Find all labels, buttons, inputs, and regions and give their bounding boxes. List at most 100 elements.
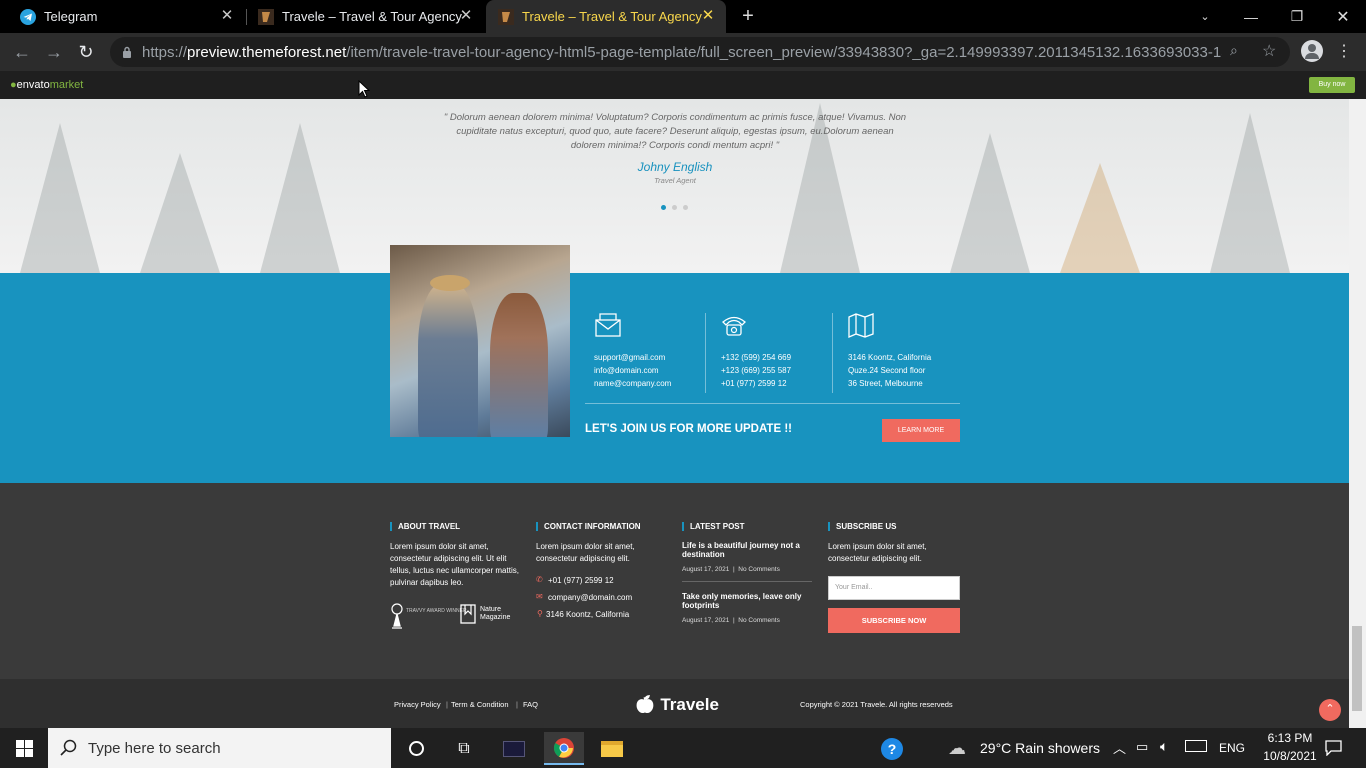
contact-email[interactable]: info@domain.com bbox=[594, 364, 659, 377]
award-icon bbox=[391, 603, 403, 629]
tree-decoration bbox=[20, 123, 100, 273]
weather-text[interactable]: 29°C Rain showers bbox=[980, 740, 1100, 756]
contact-email[interactable]: support@gmail.com bbox=[594, 351, 665, 364]
restore-icon[interactable]: ❐ bbox=[1274, 0, 1320, 33]
tab-title: Travele – Travel & Tour Agency H bbox=[282, 9, 462, 24]
weather-icon[interactable]: ☁ bbox=[948, 738, 966, 759]
terms-link[interactable]: Term & Condition bbox=[451, 700, 509, 709]
travele-logo-icon: 🍎︎ bbox=[634, 695, 656, 714]
contact-phone[interactable]: +132 (599) 254 669 bbox=[721, 351, 791, 364]
bookmark-star-icon[interactable]: ☆ bbox=[1262, 41, 1276, 61]
keyboard-icon[interactable] bbox=[1185, 740, 1207, 752]
media-app-icon[interactable] bbox=[494, 732, 534, 765]
tab-search-icon[interactable]: ⌄ bbox=[1182, 0, 1228, 33]
menu-kebab-icon[interactable]: ⋮ bbox=[1336, 41, 1352, 61]
telegram-icon bbox=[20, 8, 36, 25]
footer-subscribe-text: Lorem ipsum dolor sit amet, consectetur … bbox=[828, 542, 927, 563]
scrollbar-thumb[interactable] bbox=[1352, 626, 1362, 711]
site-footer bbox=[0, 483, 1349, 679]
footer-heading-contact: CONTACT INFORMATION bbox=[536, 522, 641, 531]
footer-contact-text: Lorem ipsum dolor sit amet, consectetur … bbox=[536, 542, 635, 563]
tab-travele-active[interactable]: Travele – Travel & Tour Agency H ✕ bbox=[486, 0, 726, 33]
carousel-dot[interactable] bbox=[683, 205, 688, 210]
footer-address: 3146 Koontz, California bbox=[546, 610, 630, 619]
buy-now-button[interactable]: Buy now bbox=[1309, 77, 1355, 93]
contact-banner bbox=[0, 273, 1349, 483]
privacy-policy-link[interactable]: Privacy Policy bbox=[394, 700, 441, 709]
tab-title: Telegram bbox=[44, 9, 98, 24]
cortana-icon[interactable] bbox=[396, 732, 436, 765]
close-tab-icon[interactable]: ✕ bbox=[458, 8, 474, 24]
magazine-text: Nature Magazine bbox=[480, 606, 511, 621]
clock-date[interactable]: 10/8/2021 bbox=[1260, 749, 1320, 763]
help-icon[interactable]: ? bbox=[872, 732, 912, 765]
show-hidden-icons-icon[interactable]: ︿ bbox=[1113, 738, 1126, 757]
travele-favicon-icon bbox=[258, 8, 274, 25]
url-scheme: https:// bbox=[142, 44, 188, 61]
scroll-to-top-button[interactable]: ⌃ bbox=[1319, 699, 1341, 721]
browser-toolbar: ← → ↻ https://preview.themeforest.net/it… bbox=[0, 33, 1366, 71]
footer-heading-posts: LATEST POST bbox=[682, 522, 745, 531]
tab-travele-1[interactable]: Travele – Travel & Tour Agency H ✕ bbox=[248, 0, 484, 33]
contact-phone[interactable]: +01 (977) 2599 12 bbox=[721, 377, 787, 390]
close-tab-icon[interactable]: ✕ bbox=[219, 8, 235, 24]
close-window-icon[interactable]: ✕ bbox=[1320, 0, 1366, 33]
bookmark-icon bbox=[460, 604, 476, 624]
phone-icon: ✆ bbox=[536, 575, 543, 584]
taskbar-search-placeholder: Type here to search bbox=[88, 740, 221, 757]
footer-heading-about: ABOUT TRAVEL bbox=[390, 522, 460, 531]
subscribe-email-input[interactable]: Your Email.. bbox=[828, 576, 960, 600]
zoom-icon[interactable]: ⌕ bbox=[1230, 42, 1238, 59]
footer-email[interactable]: company@domain.com bbox=[548, 592, 632, 604]
learn-more-button[interactable]: LEARN MORE bbox=[882, 419, 960, 442]
contact-address: Quze.24 Second floor bbox=[848, 366, 926, 375]
tree-decoration bbox=[1060, 163, 1140, 273]
close-tab-icon[interactable]: ✕ bbox=[700, 8, 716, 24]
notifications-icon[interactable] bbox=[1325, 740, 1342, 756]
file-explorer-icon[interactable] bbox=[592, 732, 632, 765]
travele-footer-logo[interactable]: 🍎︎ Travele bbox=[634, 695, 719, 715]
chrome-taskbar-icon[interactable] bbox=[544, 732, 584, 765]
envato-market-logo[interactable]: ●envatomarket bbox=[10, 79, 83, 91]
reload-icon[interactable]: ↻ bbox=[75, 41, 97, 63]
tree-decoration bbox=[140, 153, 220, 273]
carousel-dot[interactable] bbox=[672, 205, 677, 210]
tab-telegram[interactable]: Telegram ✕ bbox=[10, 0, 245, 33]
copyright-text: Copyright © 2021 Travele. All rights res… bbox=[800, 700, 953, 709]
new-tab-button[interactable]: + bbox=[737, 6, 759, 28]
post-comments[interactable]: No Comments bbox=[738, 617, 780, 624]
power-icon[interactable]: ▭ bbox=[1136, 739, 1148, 755]
task-view-icon[interactable]: ⧉ bbox=[444, 732, 484, 765]
page-viewport: " Dolorum aenean dolorem minima! Volupta… bbox=[0, 99, 1349, 728]
subscribe-now-button[interactable]: SUBSCRIBE NOW bbox=[828, 608, 960, 633]
tree-decoration bbox=[950, 133, 1030, 273]
column-divider bbox=[705, 313, 706, 393]
clock-time[interactable]: 6:13 PM bbox=[1260, 731, 1320, 745]
travvy-award-logo: TRAVVY AWARD WINNER bbox=[390, 602, 467, 630]
footer-phone[interactable]: +01 (977) 2599 12 bbox=[548, 575, 614, 587]
contact-phone[interactable]: +123 (669) 255 587 bbox=[721, 364, 791, 377]
contact-email[interactable]: name@company.com bbox=[594, 377, 671, 390]
volume-icon[interactable]: 🔈︎ bbox=[1160, 738, 1168, 755]
language-indicator[interactable]: ENG bbox=[1219, 741, 1245, 755]
carousel-dot-active[interactable] bbox=[661, 205, 666, 210]
minimize-icon[interactable]: — bbox=[1228, 0, 1274, 33]
link-separator: | bbox=[446, 700, 448, 709]
latest-post-title[interactable]: Life is a beautiful journey not a destin… bbox=[682, 541, 812, 559]
forward-icon[interactable]: → bbox=[43, 41, 65, 63]
post-comments[interactable]: No Comments bbox=[738, 566, 780, 573]
address-bar[interactable]: https://preview.themeforest.net/item/tra… bbox=[110, 37, 1290, 67]
brand-name: Travele bbox=[660, 695, 719, 714]
url-path: /item/travele-travel-tour-agency-html5-p… bbox=[346, 44, 1222, 61]
latest-post-title[interactable]: Take only memories, leave only footprint… bbox=[682, 592, 812, 610]
post-date: August 17, 2021 bbox=[682, 566, 730, 573]
profile-avatar-icon[interactable] bbox=[1301, 40, 1323, 62]
envelope-icon: ✉ bbox=[536, 592, 543, 601]
url-text: https://preview.themeforest.net/item/tra… bbox=[142, 44, 1222, 61]
windows-start-icon[interactable] bbox=[16, 740, 33, 757]
award-text: TRAVVY AWARD WINNER bbox=[406, 608, 467, 614]
back-icon[interactable]: ← bbox=[11, 41, 33, 63]
location-pin-icon: ⚲ bbox=[537, 609, 543, 618]
faq-link[interactable]: FAQ bbox=[523, 700, 538, 709]
logo-word: envato bbox=[16, 79, 50, 91]
